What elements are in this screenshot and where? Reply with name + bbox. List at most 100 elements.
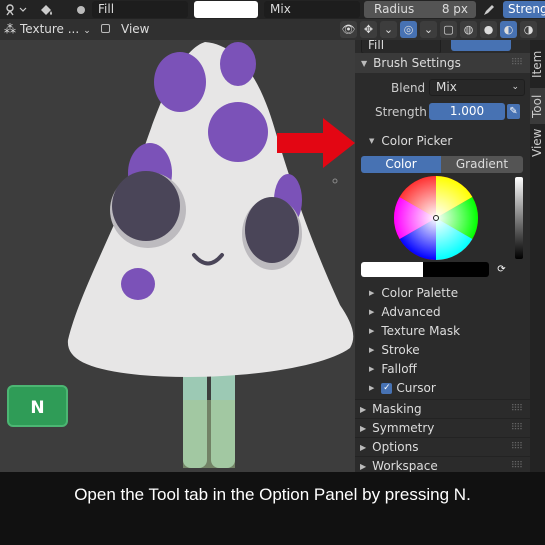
tab-tool[interactable]: Tool [530, 88, 545, 124]
blend-label: Blend [391, 81, 426, 95]
cursor-checkbox[interactable]: ✓ [381, 382, 393, 394]
brush-preview-icon [76, 1, 86, 18]
color-palette-label: Color Palette [381, 286, 459, 300]
expanded-triangle-icon: ▼ [361, 58, 368, 68]
drag-handle-icon[interactable]: ⠿⠿ [511, 58, 523, 68]
chevron-down-icon[interactable]: ⌄ [380, 21, 397, 38]
tab-view[interactable]: View [530, 124, 545, 162]
chevron-down-icon: ⌄ [83, 26, 91, 36]
texture-mask-header[interactable]: ▶ Texture Mask [369, 324, 460, 338]
brush-datablock-buttons[interactable] [451, 40, 511, 51]
red-arrow-icon [277, 118, 355, 168]
spot [208, 102, 268, 162]
symmetry-label: Symmetry [372, 421, 435, 435]
viewport-toolbar: 👁 ✥ ⌄ ◎ ⌄ ▢ ◍ ● ◐ ◑ [340, 21, 537, 38]
chevron-down-icon[interactable]: ⌄ [420, 21, 437, 38]
strength-label: Strength [375, 105, 427, 119]
view-menu[interactable]: View [121, 21, 149, 38]
advanced-header[interactable]: ▶ Advanced [369, 305, 441, 319]
tutorial-caption: Open the Tool tab in the Option Panel by… [0, 472, 545, 545]
value-slider[interactable] [515, 177, 523, 259]
left-eye [112, 171, 180, 241]
advanced-label: Advanced [381, 305, 441, 319]
tool-settings-icon[interactable] [4, 1, 32, 18]
tab-item[interactable]: Item [530, 44, 545, 84]
masking-label: Masking [372, 402, 422, 416]
grid-icon: ⁂ [4, 22, 16, 36]
cursor-icon [332, 178, 338, 184]
paint-bucket-icon[interactable] [38, 1, 54, 18]
blend-dropdown[interactable]: Mix ⌄ [429, 79, 525, 96]
spot [154, 52, 206, 112]
collapsed-triangle-icon: ▶ [369, 289, 375, 297]
options-header[interactable]: ▶ Options ⠿⠿ [355, 437, 530, 456]
drag-handle-icon[interactable]: ⠿⠿ [511, 442, 523, 452]
tool-header: Fill Mix Radius 8 px Streng [0, 0, 545, 19]
symmetry-header[interactable]: ▶ Symmetry ⠿⠿ [355, 418, 530, 437]
color-picker-header[interactable]: ▼ Color Picker [369, 134, 452, 148]
unified-color-icon[interactable] [510, 262, 523, 277]
color-wheel[interactable] [393, 175, 479, 261]
collapsed-triangle-icon: ▶ [360, 461, 367, 471]
radius-label: Radius [374, 2, 415, 16]
radius-value: 8 px [441, 2, 468, 16]
n-key-badge: N [7, 385, 68, 427]
options-label: Options [372, 440, 419, 454]
brush-settings-label: Brush Settings [373, 56, 461, 70]
color-picker-label: Color Picker [381, 134, 453, 148]
collapsed-triangle-icon: ▶ [369, 308, 375, 316]
material-shading-icon[interactable]: ◐ [500, 21, 517, 38]
swap-colors-icon[interactable]: ⟳ [495, 262, 508, 277]
move-icon[interactable]: ✥ [360, 21, 377, 38]
color-swatch[interactable] [194, 1, 258, 18]
tab-color[interactable]: Color [361, 156, 441, 173]
blend-mode-dropdown[interactable]: Mix [264, 1, 360, 18]
eye-icon[interactable]: 👁 [340, 21, 357, 38]
brush-settings-header[interactable]: ▼ Brush Settings ⠿⠿ [355, 53, 530, 73]
strength-slider[interactable]: 1.000 [429, 103, 505, 120]
falloff-label: Falloff [381, 362, 417, 376]
workspace-label: Workspace [372, 459, 438, 472]
spot [121, 268, 155, 300]
collapsed-triangle-icon: ▶ [360, 442, 367, 452]
masking-header[interactable]: ▶ Masking ⠿⠿ [355, 399, 530, 418]
solid-shading-icon[interactable]: ● [480, 21, 497, 38]
color-palette-header[interactable]: ▶ Color Palette [369, 286, 458, 300]
collapsed-triangle-icon: ▶ [369, 365, 375, 373]
blend-mode-value: Mix [270, 2, 291, 16]
brush-name-field[interactable]: Fill [92, 1, 188, 18]
cursor-header[interactable]: ▶ ✓ Cursor [369, 381, 436, 395]
radius-field[interactable]: Radius 8 px [364, 1, 476, 18]
brush-name-panel-text: Fill [368, 40, 385, 52]
drag-handle-icon[interactable]: ⠿⠿ [511, 404, 523, 414]
rendered-shading-icon[interactable]: ◑ [520, 21, 537, 38]
unified-strength-icon[interactable] [513, 104, 526, 119]
collapsed-triangle-icon: ▶ [369, 384, 375, 392]
collapsed-triangle-icon: ▶ [369, 346, 375, 354]
collapsed-triangle-icon: ▶ [360, 404, 367, 414]
strength-field-header[interactable]: Streng [503, 1, 545, 18]
drag-handle-icon[interactable]: ⠿⠿ [511, 461, 523, 471]
stroke-header[interactable]: ▶ Stroke [369, 343, 420, 357]
stroke-label: Stroke [381, 343, 420, 357]
chevron-down-icon: ⌄ [511, 82, 519, 92]
brush-name-field-panel[interactable]: Fill [361, 40, 441, 54]
right-eye [245, 197, 299, 263]
collapsed-triangle-icon: ▶ [369, 327, 375, 335]
overlay-icon[interactable]: ◎ [400, 21, 417, 38]
tab-gradient[interactable]: Gradient [441, 156, 523, 173]
viewport-header: ⁂ Texture ... ⌄ View 👁 ✥ ⌄ ◎ ⌄ ▢ ◍ ● ◐ ◑ [0, 19, 545, 40]
drag-handle-icon[interactable]: ⠿⠿ [511, 423, 523, 433]
3d-viewport[interactable]: N [0, 40, 355, 472]
wireframe-shading-icon[interactable]: ◍ [460, 21, 477, 38]
expanded-triangle-icon: ▼ [369, 137, 375, 145]
falloff-header[interactable]: ▶ Falloff [369, 362, 417, 376]
workspace-header[interactable]: ▶ Workspace ⠿⠿ [355, 456, 530, 472]
current-color-bar[interactable] [361, 262, 489, 277]
blend-dropdown-value: Mix [436, 80, 457, 94]
sidebar-tabs: Item Tool View [530, 40, 545, 472]
xray-icon[interactable]: ▢ [440, 21, 457, 38]
pressure-pen-icon[interactable] [481, 1, 497, 18]
mode-dropdown[interactable]: ⁂ Texture ... ⌄ [4, 21, 91, 38]
spot [220, 42, 256, 86]
